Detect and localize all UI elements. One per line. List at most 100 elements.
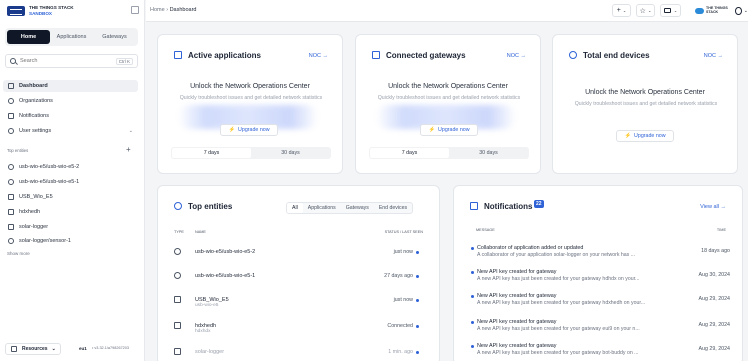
inbox-icon [470,202,478,210]
upgrade-now-button[interactable]: ⚡ Upgrade now [420,124,478,136]
device-icon [7,238,14,245]
notification-title: Collaborator of application added or upd… [470,245,584,251]
filter-end-devices[interactable]: End devices [374,203,412,213]
gateway-icon [372,51,380,59]
search-icon [10,58,16,64]
bolt-icon: ⚡ [624,133,632,139]
status-dot [416,324,419,328]
table-row[interactable]: usb-wio-e5/usb-wio-e5-1 27 days ago [174,266,425,290]
notification-row[interactable]: New API key created for gateway A new AP… [470,340,732,361]
notification-row[interactable]: Collaborator of application added or upd… [470,242,732,266]
sidebar-entity-label: USB_Wio_E5 [19,194,53,200]
unlock-title: Unlock the Network Operations Center [388,83,508,90]
period-7-days[interactable]: 7 days [370,148,449,158]
column-header-time: TIME [716,228,726,232]
chevron-down-icon: ⌄ [743,7,748,14]
gateway-icon [7,209,14,216]
sidebar-item-organizations[interactable]: Organizations [3,95,138,107]
breadcrumb-home[interactable]: Home [150,7,165,13]
sidebar-entity-label: hdxhedh [19,209,41,215]
status-dot [416,250,419,254]
search-input[interactable] [20,58,116,64]
notification-title: New API key created for gateway [470,319,557,325]
sidebar-item-notifications[interactable]: Notifications [3,110,138,122]
sidebar-item-user-settings[interactable]: User settings ⌄ [3,125,138,137]
tab-applications[interactable]: Applications [50,30,93,44]
column-header-name: NAME [195,230,206,234]
sidebar-item-dashboard[interactable]: Dashboard [3,80,138,92]
sidebar-entity[interactable]: usb-wio-e5/usb-wio-e5-1 [3,176,138,188]
connected-gateways-card: Connected gateways NOC → Unlock the Netw… [355,34,541,174]
sidebar-entity[interactable]: hdxhedh [3,206,138,218]
noc-link[interactable]: NOC → [507,53,526,59]
avatar [735,6,742,15]
view-all-link[interactable]: View all → [700,204,726,210]
resources-button[interactable]: Resources ⌄ [5,343,61,355]
notification-description: A new API key has just been created for … [477,350,639,356]
user-menu[interactable]: THE THINGS STACK ⌄ [695,4,748,17]
bookmarks-button[interactable]: ☆ ⌄ [636,4,655,17]
table-row[interactable]: usb-wio-e5/usb-wio-e5-2 just now [174,242,425,266]
sidebar-item-label: User settings [19,128,52,134]
filter-applications[interactable]: Applications [303,203,341,213]
app-logo[interactable]: THE THINGS STACK SANDBOX [7,5,74,17]
notifications-button[interactable]: ⌄ [660,4,681,17]
logo-subtitle: SANDBOX [29,11,52,16]
show-more-link[interactable]: Show more [7,251,30,256]
filter-gateways[interactable]: Gateways [341,203,374,213]
card-title: Connected gateways [386,51,466,60]
application-icon [174,348,181,355]
period-30-days[interactable]: 30 days [449,148,528,158]
unlock-title: Unlock the Network Operations Center [585,89,705,96]
chevron-down-icon: ⌄ [647,8,652,13]
filter-all[interactable]: All [287,203,303,213]
notification-row[interactable]: New API key created for gateway A new AP… [470,266,732,290]
notification-time: Aug 29, 2024 [698,322,730,328]
upgrade-now-button[interactable]: ⚡ Upgrade now [220,124,278,136]
sidebar-entity[interactable]: USB_Wio_E5 [3,191,138,203]
card-title: Top entities [188,202,233,211]
entity-name: usb-wio-e5/usb-wio-e5-1 [195,273,256,279]
card-title: Total end devices [583,51,650,60]
upgrade-now-button[interactable]: ⚡ Upgrade now [616,130,674,142]
active-applications-card: Active applications NOC → Unlock the Net… [157,34,343,174]
user-icon [7,128,14,135]
noc-link[interactable]: NOC → [704,53,723,59]
table-row[interactable]: USB_Wio_E5 usb-wio-e5 just now [174,290,425,314]
period-7-days[interactable]: 7 days [172,148,251,158]
sidebar-entity[interactable]: solar-logger [3,221,138,233]
entity-name: usb-wio-e5/usb-wio-e5-2 [195,249,256,255]
column-header-status: STATUS / LAST SEEN [384,230,423,234]
table-row[interactable]: solar-logger 1 min. ago [174,342,425,361]
add-entity-icon[interactable]: + [126,145,131,154]
notification-title: New API key created for gateway [470,293,557,299]
table-row[interactable]: hdxhedh hdxhdx Connected [174,316,425,340]
bolt-icon: ⚡ [228,127,236,133]
notification-description: A new API key has just been created for … [477,300,646,306]
sidebar-entity[interactable]: solar-logger/sensor-1 [3,235,138,247]
period-30-days[interactable]: 30 days [251,148,330,158]
cloud-logo-icon [695,7,705,14]
breadcrumb: Home › Dashboard [150,7,197,13]
collapse-sidebar-icon[interactable] [131,6,139,14]
sidebar-entity[interactable]: usb-wio-e5/usb-wio-e5-2 [3,161,138,173]
notification-title: New API key created for gateway [470,269,557,275]
notification-row[interactable]: New API key created for gateway A new AP… [470,290,732,314]
application-icon [174,296,181,303]
search-box[interactable]: Ctrl K [5,54,138,68]
noc-link[interactable]: NOC → [309,53,328,59]
entity-filter-tabs: All Applications Gateways End devices [286,202,414,214]
unlock-subtitle: Quickly troubleshoot issues and get deta… [377,95,521,101]
notification-row[interactable]: New API key created for gateway A new AP… [470,316,732,340]
notification-description: A collaborator of your application solar… [477,252,636,258]
grid-icon [7,83,14,90]
device-icon [174,272,181,279]
tab-gateways[interactable]: Gateways [93,30,136,44]
entity-subtitle: hdxhdx [195,329,211,334]
device-icon [7,164,14,171]
top-entities-card: Top entities All Applications Gateways E… [157,185,440,361]
search-shortcut: Ctrl K [115,57,133,65]
tab-home[interactable]: Home [7,30,50,44]
add-button[interactable]: + ⌄ [612,4,631,17]
status-dot [416,350,419,354]
